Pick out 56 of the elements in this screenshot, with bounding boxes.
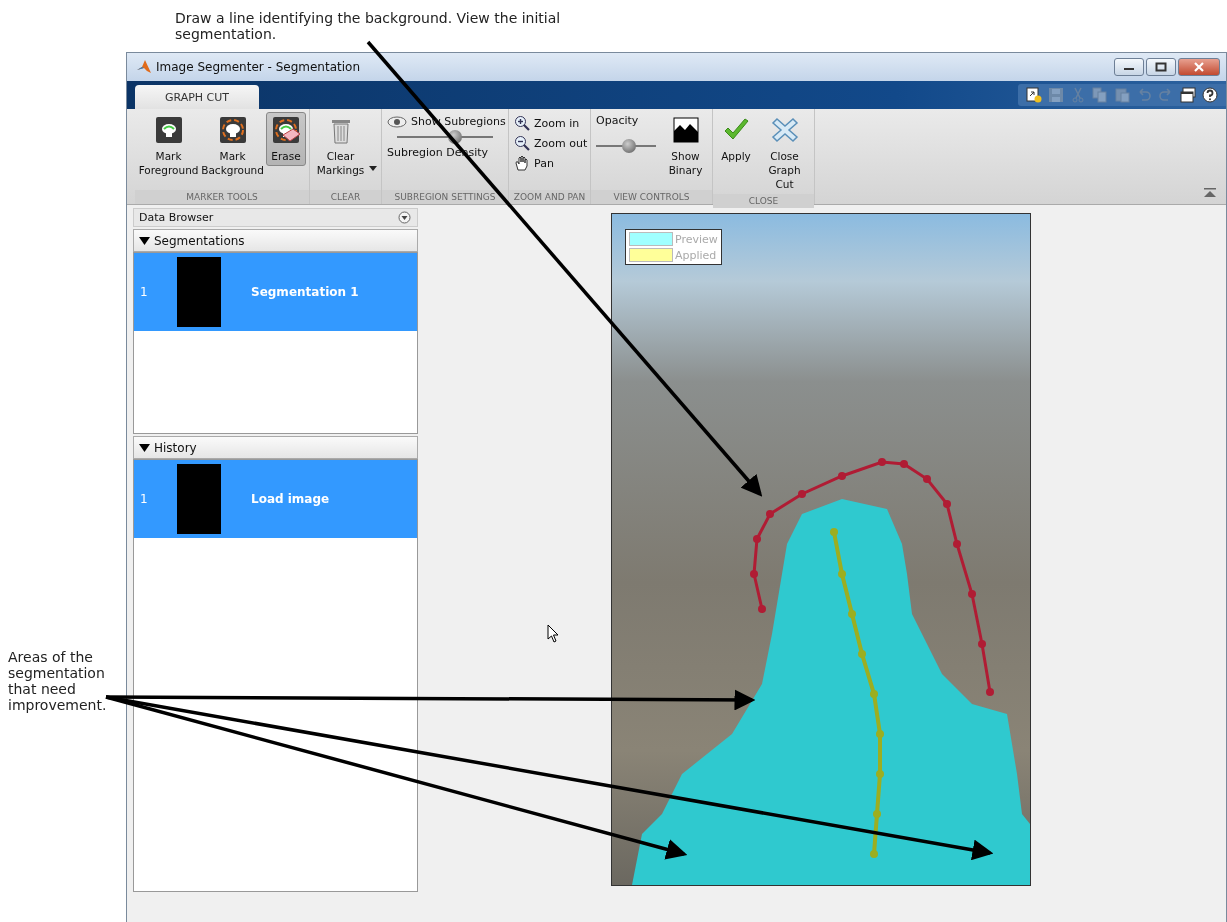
expanded-triangle-icon xyxy=(139,443,150,452)
caret-icon xyxy=(369,166,377,171)
item-label: Load image xyxy=(251,492,330,506)
panel-menu-icon[interactable] xyxy=(398,211,411,224)
peak-logo-icon xyxy=(136,59,152,75)
toolstrip-button[interactable]: Clear Markings xyxy=(313,112,378,180)
new-document-icon[interactable] xyxy=(1026,87,1042,103)
group-label: CLOSE xyxy=(713,194,814,208)
thumbnail-placeholder xyxy=(177,257,221,327)
item-number: 1 xyxy=(140,285,149,299)
legend-label: Preview xyxy=(675,232,718,246)
group-label: MARKER TOOLS xyxy=(135,190,309,204)
zoom-in-icon xyxy=(514,115,530,131)
item-label: Segmentation 1 xyxy=(251,285,359,299)
maximize-button[interactable] xyxy=(1146,58,1176,76)
eraser-icon xyxy=(271,115,301,145)
toolstrip-button[interactable]: Mark Background xyxy=(201,112,264,180)
section-header[interactable]: History xyxy=(133,436,418,459)
legend-label: Applied xyxy=(675,248,717,262)
panel-title: Data Browser xyxy=(139,211,214,224)
collapse-toolstrip-icon[interactable] xyxy=(1204,188,1216,198)
tab[interactable]: GRAPH CUT xyxy=(135,85,259,109)
item-number: 1 xyxy=(140,492,149,506)
maximize-icon xyxy=(1155,62,1167,72)
binary-image-icon xyxy=(670,115,701,145)
group-label: VIEW CONTROLS xyxy=(591,190,712,204)
minimize-button[interactable] xyxy=(1114,58,1144,76)
close-icon xyxy=(1193,62,1205,72)
window-title: Image Segmenter - Segmentation xyxy=(156,60,361,74)
hand-icon xyxy=(514,155,530,171)
zoom-out-icon xyxy=(514,135,530,151)
toolstrip-button[interactable]: Pan xyxy=(512,155,556,171)
eye-icon xyxy=(387,115,407,128)
windows-icon[interactable] xyxy=(1180,87,1196,103)
group-label: SUBREGION SETTINGS xyxy=(382,190,508,204)
background-marker-icon xyxy=(217,115,248,145)
help-icon[interactable] xyxy=(1202,87,1218,103)
toolstrip-button[interactable]: Zoom out xyxy=(512,135,590,151)
slider-thumb[interactable] xyxy=(622,139,636,153)
annotation-text: Areas of the segmentation that need improvement. xyxy=(8,649,108,713)
section-header[interactable]: Segmentations xyxy=(133,229,418,252)
foreground-marker-icon xyxy=(153,115,184,145)
toolstrip-button[interactable]: Apply xyxy=(716,112,756,166)
mouse-pointer-icon xyxy=(547,624,559,643)
toolstrip-button[interactable]: Close Graph Cut xyxy=(758,112,811,194)
toolstrip-button[interactable]: Zoom in xyxy=(512,115,582,131)
group-label: ZOOM AND PAN xyxy=(509,190,590,204)
slider-label: Opacity xyxy=(596,114,640,127)
thumbnail-placeholder xyxy=(177,464,221,534)
expanded-triangle-icon xyxy=(139,236,150,245)
cross-icon xyxy=(769,115,800,145)
toolstrip-button[interactable]: Show Binary xyxy=(662,112,709,180)
toolstrip-button[interactable]: Erase xyxy=(266,112,306,166)
close-button[interactable] xyxy=(1178,58,1220,76)
toolstrip-button[interactable]: Mark Foreground xyxy=(138,112,200,180)
group-label: CLEAR xyxy=(310,190,381,204)
